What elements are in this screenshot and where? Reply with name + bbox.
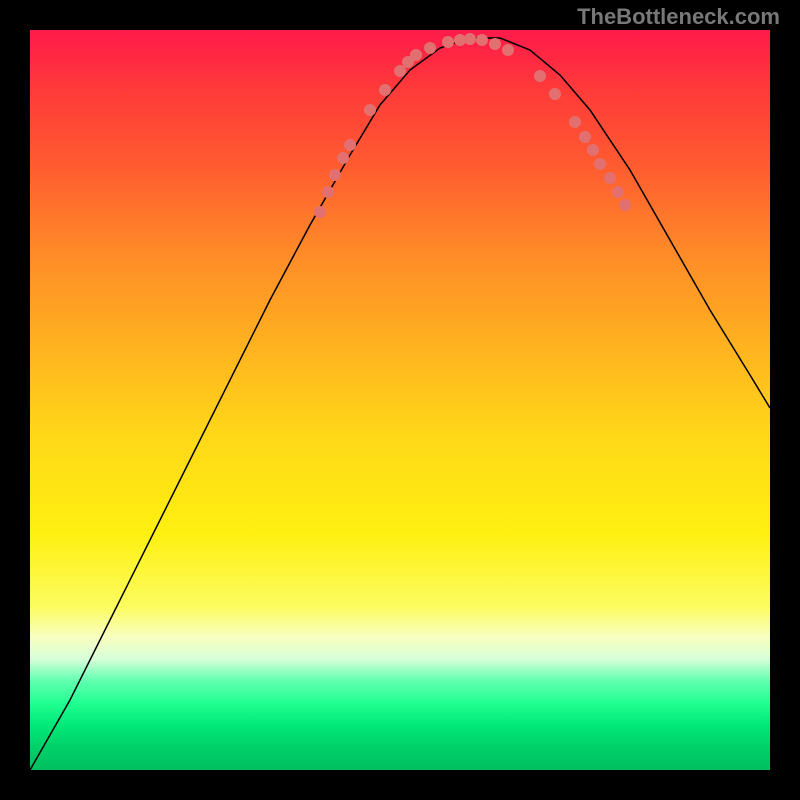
highlight-dot [619,199,631,211]
highlight-dot [379,84,391,96]
highlight-dot [489,38,501,50]
highlight-dot [502,44,514,56]
highlight-dot [364,104,376,116]
highlight-dot [424,42,436,54]
highlight-dot [337,152,349,164]
highlight-dot [612,186,624,198]
highlight-dots-group [314,33,631,218]
chart-plot-area [30,30,770,770]
highlight-dot [549,88,561,100]
highlight-dot [410,49,422,61]
highlight-dot [314,206,326,218]
highlight-dot [587,144,599,156]
highlight-dot [579,131,591,143]
highlight-dot [442,36,454,48]
highlight-dot [344,139,356,151]
highlight-dot [394,65,406,77]
chart-svg [30,30,770,770]
bottleneck-curve-line [30,38,770,770]
highlight-dot [604,172,616,184]
watermark-text: TheBottleneck.com [577,4,780,30]
highlight-dot [569,116,581,128]
highlight-dot [329,169,341,181]
highlight-dot [594,158,606,170]
highlight-dot [464,33,476,45]
highlight-dot [322,186,334,198]
highlight-dot [534,70,546,82]
highlight-dot [476,34,488,46]
